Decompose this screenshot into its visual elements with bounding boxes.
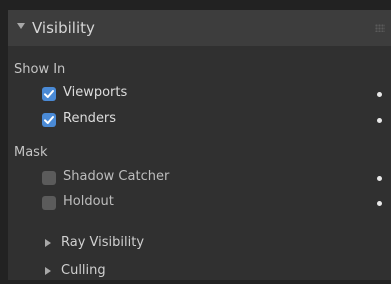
section-label-show-in: Show In [14, 62, 66, 77]
animate-property-dot-icon[interactable] [377, 176, 382, 181]
checkbox-row-shadow-catcher[interactable]: Shadow Catcher [8, 168, 391, 190]
visibility-panel: Visibility Show In Viewports Renders Mas… [8, 10, 391, 280]
chevron-down-icon[interactable] [17, 23, 25, 29]
checkbox-row-viewports[interactable]: Viewports [8, 84, 391, 106]
panel-header-visibility[interactable]: Visibility [8, 10, 391, 46]
panel-title: Visibility [32, 19, 95, 37]
chevron-right-icon[interactable] [45, 267, 51, 275]
chevron-right-icon[interactable] [45, 239, 51, 247]
checkbox-label-renders[interactable]: Renders [63, 111, 116, 126]
checkbox-row-holdout[interactable]: Holdout [8, 193, 391, 215]
checkbox-holdout[interactable] [42, 196, 56, 210]
checkbox-label-viewports[interactable]: Viewports [63, 85, 127, 100]
subpanel-label-culling[interactable]: Culling [61, 263, 106, 278]
animate-property-dot-icon[interactable] [377, 92, 382, 97]
checkbox-label-shadow-catcher[interactable]: Shadow Catcher [63, 169, 169, 184]
checkbox-row-renders[interactable]: Renders [8, 110, 391, 132]
checkbox-shadow-catcher[interactable] [42, 171, 56, 185]
drag-handle-icon[interactable] [375, 24, 385, 32]
section-label-mask: Mask [14, 145, 48, 160]
subpanel-ray-visibility[interactable]: Ray Visibility [8, 232, 391, 256]
checkbox-renders[interactable] [42, 113, 56, 127]
animate-property-dot-icon[interactable] [377, 201, 382, 206]
subpanel-label-ray-visibility[interactable]: Ray Visibility [61, 235, 144, 250]
subpanel-culling[interactable]: Culling [8, 260, 391, 284]
checkbox-label-holdout[interactable]: Holdout [63, 194, 114, 209]
checkbox-viewports[interactable] [42, 87, 56, 101]
animate-property-dot-icon[interactable] [377, 118, 382, 123]
